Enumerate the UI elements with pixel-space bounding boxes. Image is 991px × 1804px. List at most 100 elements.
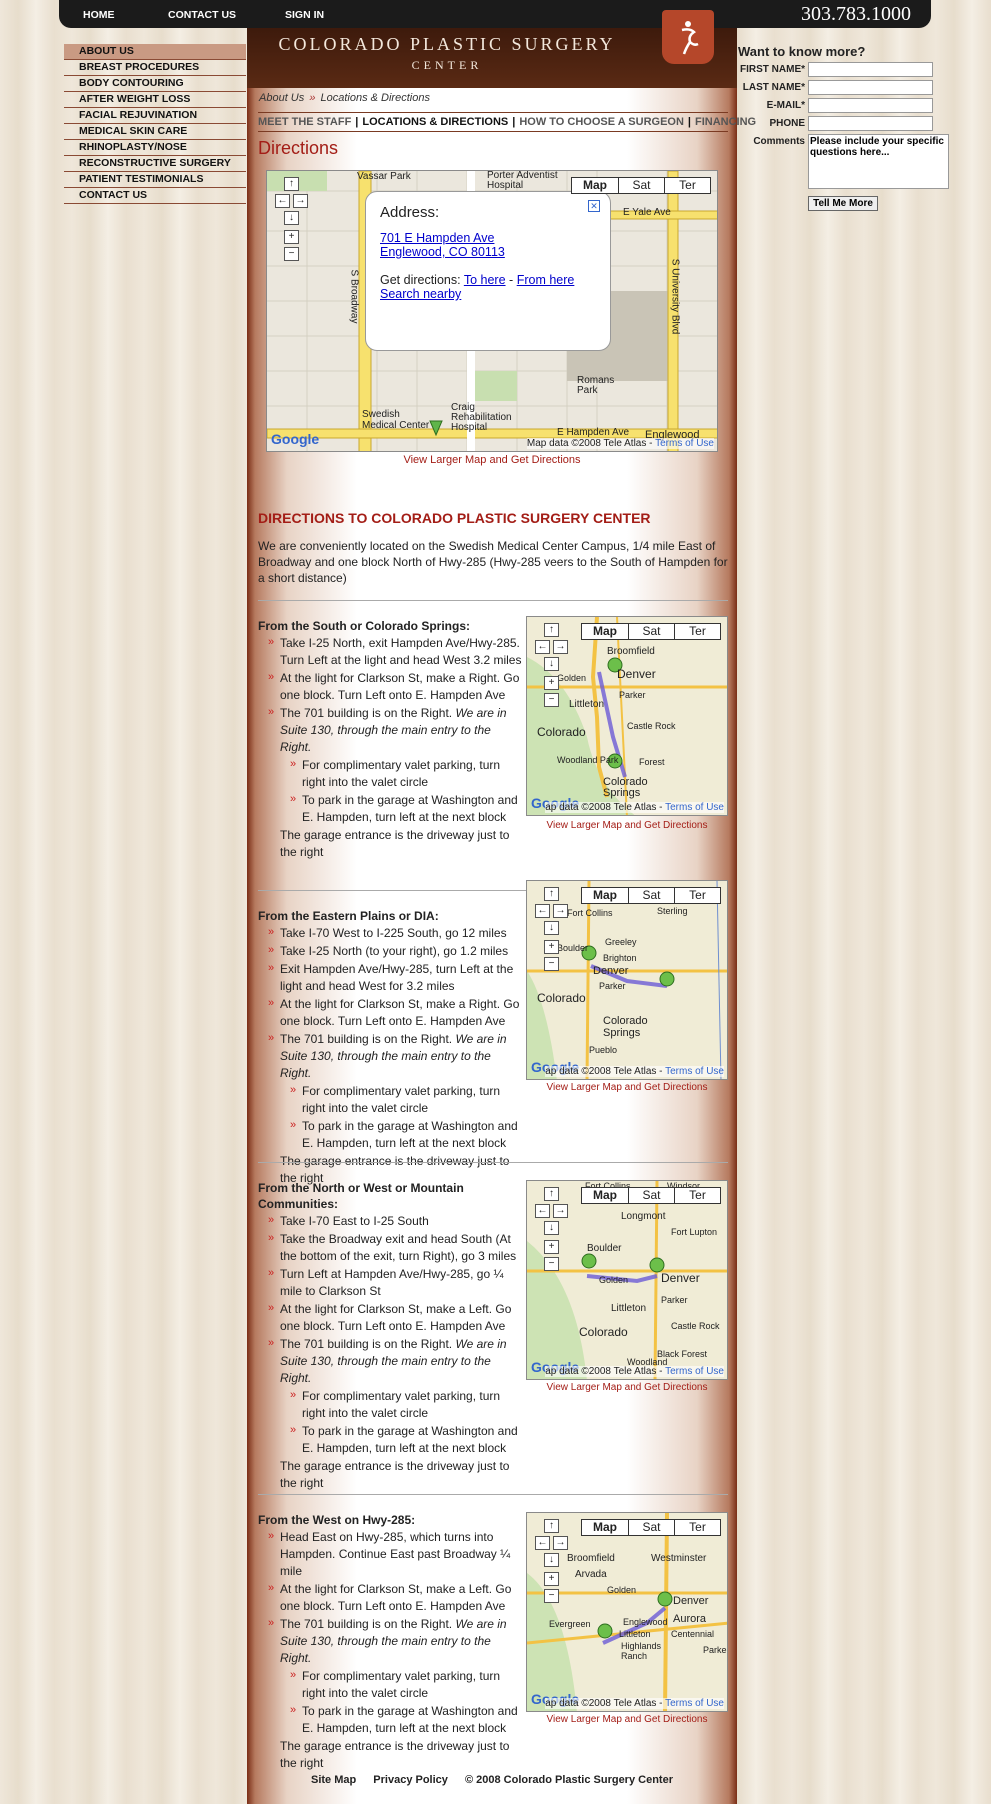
map-type-map-button[interactable]: Map — [582, 888, 628, 903]
tell-me-more-button[interactable]: Tell Me More — [808, 196, 878, 211]
map-type-ter-button[interactable]: Ter — [664, 178, 710, 193]
nav-home-link[interactable]: HOME — [83, 9, 168, 21]
footer-sitemap-link[interactable]: Site Map — [311, 1774, 356, 1786]
map-type-sat-button[interactable]: Sat — [628, 888, 674, 903]
pan-down-icon[interactable]: ↓ — [284, 211, 299, 225]
leftnav-item-breast[interactable]: BREAST PROCEDURES — [64, 60, 246, 76]
terms-of-use-link[interactable]: Terms of Use — [655, 438, 714, 449]
map-type-sat-button[interactable]: Sat — [628, 624, 674, 639]
pan-up-icon[interactable]: ↑ — [284, 177, 299, 191]
route-map[interactable]: Broomfield Denver Golden Littleton Parke… — [526, 616, 728, 816]
pan-up-icon[interactable]: ↑ — [544, 1187, 559, 1201]
directions-to-here-link[interactable]: To here — [464, 273, 506, 287]
map-type-ter-button[interactable]: Ter — [674, 888, 720, 903]
nav-signin-link[interactable]: SIGN IN — [285, 9, 324, 21]
map-type-map-button[interactable]: Map — [582, 1188, 628, 1203]
pan-down-icon[interactable]: ↓ — [544, 1553, 559, 1567]
zoom-out-icon[interactable]: − — [544, 693, 559, 707]
map-type-ter-button[interactable]: Ter — [674, 1188, 720, 1203]
email-field[interactable] — [808, 98, 933, 113]
map-label: Parker — [703, 1645, 728, 1655]
map-label: Aurora — [673, 1613, 707, 1625]
zoom-out-icon[interactable]: − — [544, 1589, 559, 1603]
leftnav-item-weight-loss[interactable]: AFTER WEIGHT LOSS — [64, 92, 246, 108]
pan-left-icon[interactable]: ← — [535, 1536, 550, 1550]
map-type-map-button[interactable]: Map — [582, 624, 628, 639]
zoom-in-icon[interactable]: + — [544, 676, 559, 690]
google-logo: Google — [271, 431, 320, 447]
footer-privacy-link[interactable]: Privacy Policy — [373, 1774, 448, 1786]
main-map[interactable]: Vassar Park Porter Adventist Hospital E … — [266, 170, 718, 452]
map-type-ter-button[interactable]: Ter — [674, 1520, 720, 1535]
pan-down-icon[interactable]: ↓ — [544, 657, 559, 671]
breadcrumb-about-link[interactable]: About Us — [259, 92, 304, 104]
pan-down-icon[interactable]: ↓ — [544, 1221, 559, 1235]
view-larger-map-link[interactable]: View Larger Map and Get Directions — [266, 454, 718, 466]
pan-left-icon[interactable]: ← — [535, 640, 550, 654]
map-type-sat-button[interactable]: Sat — [618, 178, 664, 193]
address-line1-link[interactable]: 701 E Hampden Ave — [380, 231, 494, 245]
route-map[interactable]: Fort Collins Sterling Greeley Boulder Br… — [526, 880, 728, 1080]
nav-contact-link[interactable]: CONTACT US — [168, 9, 285, 21]
leftnav-item-skin[interactable]: MEDICAL SKIN CARE — [64, 124, 246, 140]
step-subitem: To park in the garage at Washington and … — [258, 791, 523, 826]
map-type-ter-button[interactable]: Ter — [674, 624, 720, 639]
phone-field[interactable] — [808, 116, 933, 131]
zoom-out-icon[interactable]: − — [544, 957, 559, 971]
map-type-sat-button[interactable]: Sat — [628, 1188, 674, 1203]
pan-right-icon[interactable]: → — [553, 1536, 568, 1550]
zoom-in-icon[interactable]: + — [544, 1240, 559, 1254]
pan-left-icon[interactable]: ← — [535, 904, 550, 918]
pan-right-icon[interactable]: → — [553, 640, 568, 654]
route-map[interactable]: Broomfield Westminster Arvada Golden Den… — [526, 1512, 728, 1712]
terms-of-use-link[interactable]: Terms of Use — [665, 1066, 724, 1077]
view-larger-map-link[interactable]: View Larger Map and Get Directions — [526, 1082, 728, 1093]
map-type-map-button[interactable]: Map — [572, 178, 618, 193]
subnav-locations-link[interactable]: LOCATIONS & DIRECTIONS — [362, 116, 508, 128]
close-icon[interactable]: ✕ — [588, 200, 600, 212]
map-type-switch: Map Sat Ter — [571, 177, 711, 194]
leftnav-item-testimonials[interactable]: PATIENT TESTIMONIALS — [64, 172, 246, 188]
leftnav-item-rhinoplasty[interactable]: RHINOPLASTY/NOSE — [64, 140, 246, 156]
pan-down-icon[interactable]: ↓ — [544, 921, 559, 935]
logo-icon[interactable] — [662, 10, 714, 64]
pan-up-icon[interactable]: ↑ — [544, 1519, 559, 1533]
leftnav-item-contact[interactable]: CONTACT US — [64, 188, 246, 204]
leftnav-item-body[interactable]: BODY CONTOURING — [64, 76, 246, 92]
zoom-out-icon[interactable]: − — [284, 247, 299, 261]
comments-field[interactable]: Please include your specific questions h… — [808, 134, 949, 189]
map-copyright: Map data ©2008 Tele Atlas - Terms of Use — [526, 438, 714, 449]
leftnav-item-reconstructive[interactable]: RECONSTRUCTIVE SURGERY — [64, 156, 246, 172]
map-type-sat-button[interactable]: Sat — [628, 1520, 674, 1535]
zoom-in-icon[interactable]: + — [544, 1572, 559, 1586]
view-larger-map-link[interactable]: View Larger Map and Get Directions — [526, 1714, 728, 1725]
pan-right-icon[interactable]: → — [293, 194, 308, 208]
pan-left-icon[interactable]: ← — [535, 1204, 550, 1218]
address-line2-link[interactable]: Englewood, CO 80113 — [380, 245, 505, 259]
directions-from-here-link[interactable]: From here — [517, 273, 575, 287]
map-type-map-button[interactable]: Map — [582, 1520, 628, 1535]
pan-right-icon[interactable]: → — [553, 1204, 568, 1218]
leftnav-item-facial[interactable]: FACIAL REJUVINATION — [64, 108, 246, 124]
terms-of-use-link[interactable]: Terms of Use — [665, 1698, 724, 1709]
view-larger-map-link[interactable]: View Larger Map and Get Directions — [526, 820, 728, 831]
subnav-surgeon-link[interactable]: HOW TO CHOOSE A SURGEON — [519, 116, 684, 128]
terms-of-use-link[interactable]: Terms of Use — [665, 1366, 724, 1377]
last-name-field[interactable] — [808, 80, 933, 95]
terms-of-use-link[interactable]: Terms of Use — [665, 802, 724, 813]
zoom-in-icon[interactable]: + — [544, 940, 559, 954]
subnav-staff-link[interactable]: MEET THE STAFF — [258, 116, 351, 128]
map-label: Castle Rock — [671, 1321, 720, 1331]
zoom-out-icon[interactable]: − — [544, 1257, 559, 1271]
pan-right-icon[interactable]: → — [553, 904, 568, 918]
step-item: The 701 building is on the Right. We are… — [258, 1335, 523, 1387]
pan-left-icon[interactable]: ← — [275, 194, 290, 208]
search-nearby-link[interactable]: Search nearby — [380, 287, 461, 301]
zoom-in-icon[interactable]: + — [284, 230, 299, 244]
pan-up-icon[interactable]: ↑ — [544, 887, 559, 901]
pan-up-icon[interactable]: ↑ — [544, 623, 559, 637]
leftnav-item-about[interactable]: ABOUT US — [64, 44, 246, 60]
view-larger-map-link[interactable]: View Larger Map and Get Directions — [526, 1382, 728, 1393]
first-name-field[interactable] — [808, 62, 933, 77]
route-map[interactable]: Fort Collins Windsor Longmont Fort Lupto… — [526, 1180, 728, 1380]
